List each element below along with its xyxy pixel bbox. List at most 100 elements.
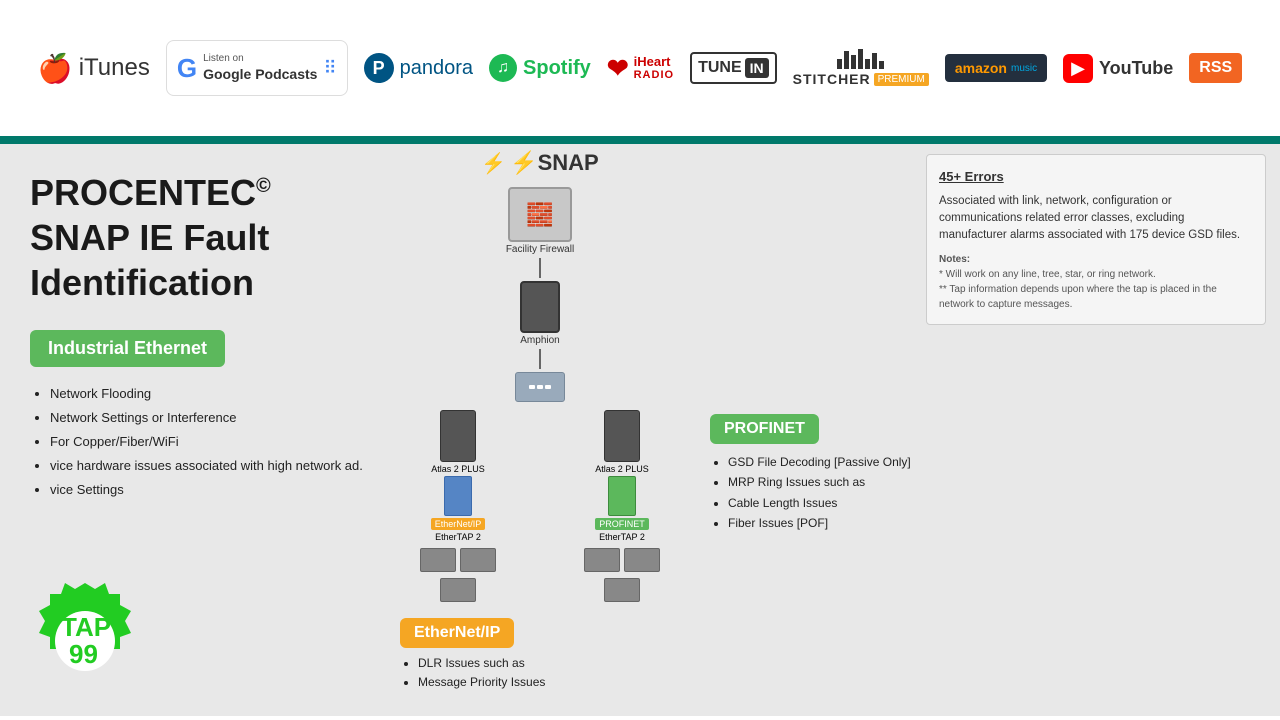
firewall-node: 🧱 Facility Firewall <box>506 187 574 255</box>
ie-bullet-1: Network Flooding <box>50 383 365 405</box>
horizontal-branch: Atlas 2 PLUS EtherNet/IP EtherTAP 2 <box>420 410 660 602</box>
left-panel: PROCENTEC© SNAP IE Fault Identification … <box>0 140 390 716</box>
enet-bullets-list: DLR Issues such as Message Priority Issu… <box>400 654 690 692</box>
profinet-bullet-4: Fiber Issues [POF] <box>728 513 1262 533</box>
tap-logo: TAP 99 <box>20 576 150 706</box>
page-title: PROCENTEC© SNAP IE Fault Identification <box>30 170 365 305</box>
atlas-right-label: Atlas 2 PLUS <box>595 464 649 474</box>
enet-bullet-1: DLR Issues such as <box>418 654 690 673</box>
device-r3 <box>604 578 640 602</box>
youtube-play-icon: ▶ <box>1063 54 1093 83</box>
errors-note1: * Will work on any line, tree, star, or … <box>939 267 1253 282</box>
ie-bullet-3: For Copper/Fiber/WiFi <box>50 431 365 453</box>
google-podcasts-badge[interactable]: G Listen on Google Podcasts ⠿ <box>166 40 348 96</box>
profinet-tap-label: PROFINET <box>595 518 649 530</box>
itunes-badge[interactable]: 🍎 iTunes <box>38 52 150 85</box>
svg-text:99: 99 <box>69 639 98 669</box>
vline-1 <box>539 258 541 278</box>
atlas-device-left-icon <box>440 410 476 462</box>
bottom-devices-right <box>584 548 660 572</box>
amazon-icon: amazon <box>955 60 1007 76</box>
center-panel: ⚡ ⚡SNAP 🧱 Facility Firewall Amphion <box>390 140 690 716</box>
rss-badge[interactable]: RSS <box>1189 53 1242 83</box>
profinet-badge: PROFINET <box>710 414 819 444</box>
errors-notes: Notes: * Will work on any line, tree, st… <box>939 252 1253 312</box>
apple-icon: 🍎 <box>38 52 73 85</box>
stitcher-badge[interactable]: STITCHER PREMIUM <box>793 49 929 87</box>
tunein-in-label: IN <box>745 58 769 78</box>
errors-box: 45+ Errors Associated with link, network… <box>926 154 1266 325</box>
snap-title: ⚡ ⚡SNAP <box>481 150 598 176</box>
device-r1 <box>584 548 620 572</box>
industrial-ethernet-badge: Industrial Ethernet <box>30 330 225 367</box>
ie-extra-2: vice Settings <box>50 479 365 501</box>
firewall-icon: 🧱 <box>508 187 572 242</box>
ie-bullet-2: Network Settings or Interference <box>50 407 365 429</box>
ethertap-right-label: EtherTAP 2 <box>599 532 645 542</box>
atlas-device-right-icon <box>604 410 640 462</box>
atlas-left-label: Atlas 2 PLUS <box>431 464 485 474</box>
device-l1 <box>420 548 456 572</box>
main-content: PROCENTEC© SNAP IE Fault Identification … <box>0 140 1280 716</box>
tunein-label: TUNE <box>698 59 742 77</box>
stitcher-label: STITCHER <box>793 71 871 87</box>
gpod-dots-icon: ⠿ <box>323 58 336 79</box>
amazon-music-badge[interactable]: amazon music <box>945 54 1047 82</box>
etherTAP-device-right-icon <box>608 476 636 516</box>
iheart-badge[interactable]: ❤ iHeart RADIO <box>607 53 674 84</box>
spotify-icon: ♫ <box>489 54 517 82</box>
bottom-devices-left <box>420 548 496 572</box>
svg-text:TAP: TAP <box>61 612 111 642</box>
ethernet-ip-badge: EtherNet/IP <box>400 618 514 648</box>
left-branch: Atlas 2 PLUS EtherNet/IP EtherTAP 2 <box>420 410 496 602</box>
profinet-section: PROFINET GSD File Decoding [Passive Only… <box>700 414 1262 534</box>
network-diagram: 🧱 Facility Firewall Amphion <box>390 184 690 602</box>
vline-2 <box>539 349 541 369</box>
right-panel: 45+ Errors Associated with link, network… <box>690 140 1280 716</box>
enet-tap-label: EtherNet/IP <box>431 518 486 530</box>
device-l3 <box>440 578 476 602</box>
profinet-bullet-2: MRP Ring Issues such as <box>728 472 1262 492</box>
ie-bullets-list: Network Flooding Network Settings or Int… <box>30 383 365 501</box>
youtube-badge[interactable]: ▶ YouTube <box>1063 54 1173 83</box>
itunes-label: iTunes <box>79 54 150 82</box>
right-branch: Atlas 2 PLUS PROFINET EtherTAP 2 <box>584 410 660 602</box>
profinet-bullet-1: GSD File Decoding [Passive Only] <box>728 452 1262 472</box>
errors-note2: ** Tap information depends upon where th… <box>939 282 1253 312</box>
device-l2 <box>460 548 496 572</box>
amphion-node: Amphion <box>520 281 560 346</box>
switch-icon <box>515 372 565 402</box>
errors-description: Associated with link, network, configura… <box>939 193 1253 245</box>
rss-label: RSS <box>1199 59 1232 76</box>
errors-notes-title: Notes: <box>939 254 970 265</box>
spotify-badge[interactable]: ♫ Spotify <box>489 54 591 82</box>
profinet-bullet-3: Cable Length Issues <box>728 493 1262 513</box>
pandora-badge[interactable]: P pandora <box>364 53 473 83</box>
amphion-device-icon <box>520 281 560 333</box>
snap-lightning-icon: ⚡ <box>481 151 506 176</box>
ethertap-left-label: EtherTAP 2 <box>435 532 481 542</box>
switch-node <box>515 372 565 402</box>
ie-extra-1: vice hardware issues associated with hig… <box>50 455 365 477</box>
stitcher-premium-badge: PREMIUM <box>874 73 929 86</box>
top-bar: 🍎 iTunes G Listen on Google Podcasts ⠿ P… <box>0 0 1280 140</box>
gpod-line1: Listen on <box>203 52 317 65</box>
spotify-label: Spotify <box>523 57 591 80</box>
youtube-label: YouTube <box>1099 58 1173 79</box>
amazon-music-label: music <box>1011 63 1037 74</box>
pandora-label: pandora <box>400 57 473 80</box>
profinet-bullets-list: GSD File Decoding [Passive Only] MRP Rin… <box>710 452 1262 534</box>
enet-section: EtherNet/IP DLR Issues such as Message P… <box>390 610 690 692</box>
device-r2 <box>624 548 660 572</box>
stitcher-bars-icon <box>837 49 884 69</box>
google-podcasts-icon: G <box>177 53 197 84</box>
gpod-line2: Google Podcasts <box>203 65 317 83</box>
enet-bullet-2: Message Priority Issues <box>418 673 690 692</box>
etherTAP-device-left-icon <box>444 476 472 516</box>
iheart-radio-label: RADIO <box>634 69 674 81</box>
amphion-label: Amphion <box>520 335 559 346</box>
errors-title: 45+ Errors <box>939 167 1253 187</box>
iheart-label: iHeart <box>634 55 674 69</box>
pandora-icon: P <box>364 53 394 83</box>
tunein-badge[interactable]: TUNE IN <box>690 52 777 84</box>
